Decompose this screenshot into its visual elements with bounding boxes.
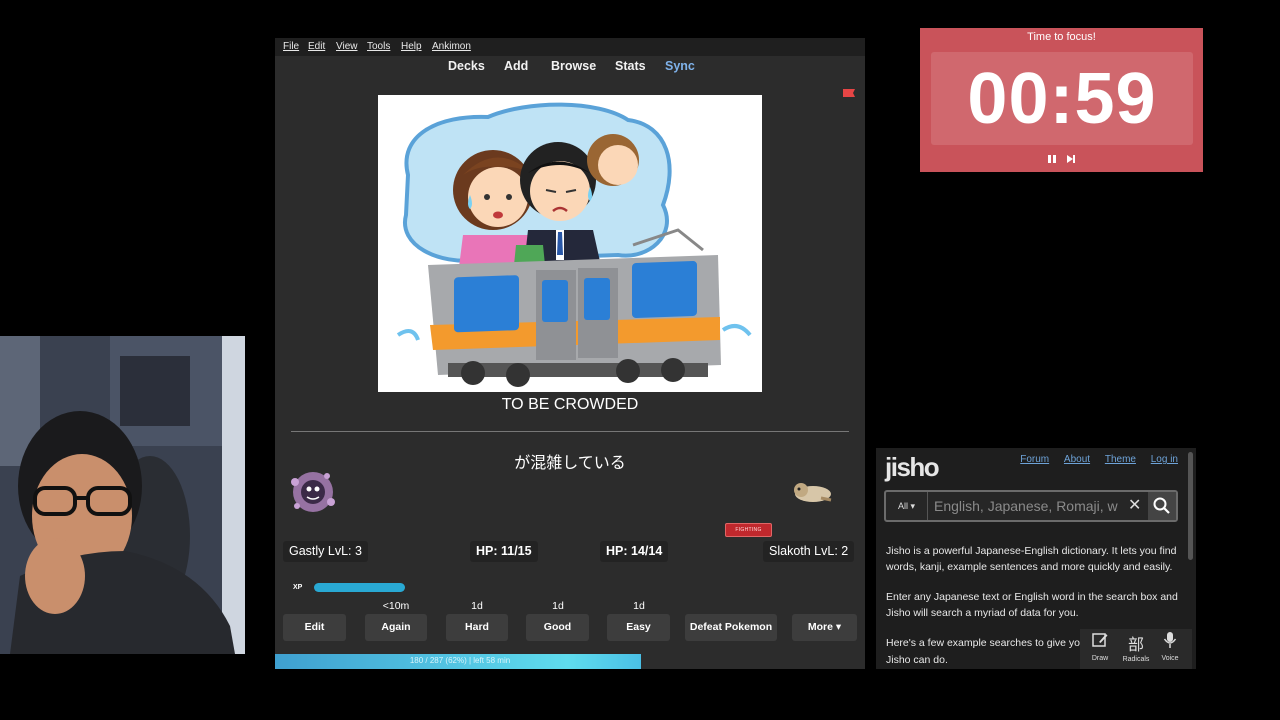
jisho-usage-paragraph: Enter any Japanese text or English word …: [886, 591, 1178, 619]
jisho-panel: jisho Forum About Theme Log in All ▾ Eng…: [876, 448, 1196, 669]
jisho-intro-paragraph: Jisho is a powerful Japanese-English dic…: [886, 545, 1177, 573]
draw-tool[interactable]: Draw: [1084, 631, 1116, 662]
menu-edit[interactable]: Edit: [308, 41, 325, 52]
review-progress-text: 180 / 287 (62%) | left 58 min: [409, 656, 511, 665]
webcam-feed: [0, 336, 245, 654]
draw-label: Draw: [1091, 655, 1109, 662]
jisho-link-login[interactable]: Log in: [1151, 454, 1178, 465]
voice-label: Voice: [1161, 655, 1179, 662]
enemy-hp: HP: 14/14: [600, 541, 669, 562]
interval-easy: 1d: [633, 600, 645, 612]
slakoth-sprite-icon: [794, 483, 832, 502]
interval-again: <10m: [382, 600, 410, 612]
menu-view[interactable]: View: [336, 41, 358, 52]
interval-good: 1d: [552, 600, 564, 612]
timer-controls: [920, 151, 1203, 169]
jisho-nav: Forum About Theme Log in: [1008, 454, 1178, 465]
main-toolbar: Decks Add Browse Stats Sync: [275, 59, 865, 79]
menu-bar: File Edit View Tools Help Ankimon: [275, 38, 865, 56]
player-hp: HP: 11/15: [470, 541, 538, 562]
gastly-sprite-icon: [291, 472, 335, 512]
enemy-pokemon-name: Slakoth LvL: 2: [763, 541, 855, 562]
hard-button[interactable]: Hard: [446, 614, 508, 641]
voice-tool[interactable]: Voice: [1154, 631, 1186, 662]
menu-ankimon[interactable]: Ankimon: [432, 41, 471, 52]
card-front-text: TO BE CROWDED: [501, 396, 639, 413]
jisho-scope-label: All: [898, 501, 909, 511]
jisho-link-theme[interactable]: Theme: [1105, 454, 1136, 465]
xp-bar-fill: [314, 583, 405, 592]
good-button[interactable]: Good: [526, 614, 589, 641]
player-pokemon-name: Gastly LvL: 3: [283, 541, 368, 562]
timer-title: Time to focus!: [1027, 31, 1096, 43]
radicals-icon: 部: [1127, 635, 1144, 654]
toolbar-stats[interactable]: Stats: [615, 59, 646, 73]
easy-button[interactable]: Easy: [607, 614, 670, 641]
skip-icon[interactable]: [1066, 151, 1076, 169]
more-button[interactable]: More ▾: [792, 614, 857, 641]
search-button[interactable]: [1148, 492, 1176, 520]
edit-button[interactable]: Edit: [283, 614, 346, 641]
review-progress-bar: 180 / 287 (62%) | left 58 min: [275, 654, 865, 669]
red-flag-icon[interactable]: [842, 88, 856, 100]
toolbar-decks[interactable]: Decks: [448, 59, 485, 73]
draw-icon: [1092, 633, 1108, 647]
menu-file[interactable]: File: [283, 41, 299, 52]
card-back-text: が混雑している: [514, 453, 626, 472]
pause-icon[interactable]: [1047, 151, 1057, 169]
timer-display: 00:59: [931, 52, 1193, 145]
microphone-icon: [1163, 632, 1177, 648]
radicals-tool[interactable]: 部 Radicals: [1120, 631, 1152, 663]
focus-timer: Time to focus! 00:59: [920, 28, 1203, 172]
card-divider: [291, 431, 849, 432]
webcam-person-image: [0, 336, 245, 654]
jisho-link-forum[interactable]: Forum: [1020, 454, 1049, 465]
enemy-type-badge: FIGHTING: [725, 523, 772, 537]
xp-bar: [314, 583, 405, 592]
jisho-input-tools: Draw 部 Radicals Voice: [1080, 629, 1192, 669]
xp-label: XP: [293, 584, 303, 591]
jisho-scope-select[interactable]: All ▾: [886, 492, 928, 520]
defeat-pokemon-button[interactable]: Defeat Pokemon: [685, 614, 777, 641]
anki-window: File Edit View Tools Help Ankimon Decks …: [275, 38, 865, 669]
interval-hard: 1d: [471, 600, 483, 612]
jisho-search-bar: All ▾ English, Japanese, Romaji, w ✕: [884, 490, 1178, 522]
card-image-crowded-train: [378, 95, 762, 392]
toolbar-add[interactable]: Add: [504, 59, 528, 73]
jisho-link-about[interactable]: About: [1064, 454, 1090, 465]
clear-icon[interactable]: ✕: [1128, 492, 1141, 520]
jisho-logo[interactable]: jisho: [885, 452, 940, 483]
toolbar-browse[interactable]: Browse: [551, 59, 596, 73]
toolbar-sync[interactable]: Sync: [665, 59, 695, 73]
jisho-scrollbar[interactable]: [1188, 452, 1193, 560]
menu-help[interactable]: Help: [401, 41, 422, 52]
again-button[interactable]: Again: [365, 614, 427, 641]
menu-tools[interactable]: Tools: [367, 41, 390, 52]
timer-value: 00:59: [967, 59, 1157, 139]
search-icon: [1153, 497, 1170, 514]
jisho-search-input[interactable]: English, Japanese, Romaji, w: [934, 492, 1124, 520]
radicals-label: Radicals: [1122, 656, 1150, 663]
